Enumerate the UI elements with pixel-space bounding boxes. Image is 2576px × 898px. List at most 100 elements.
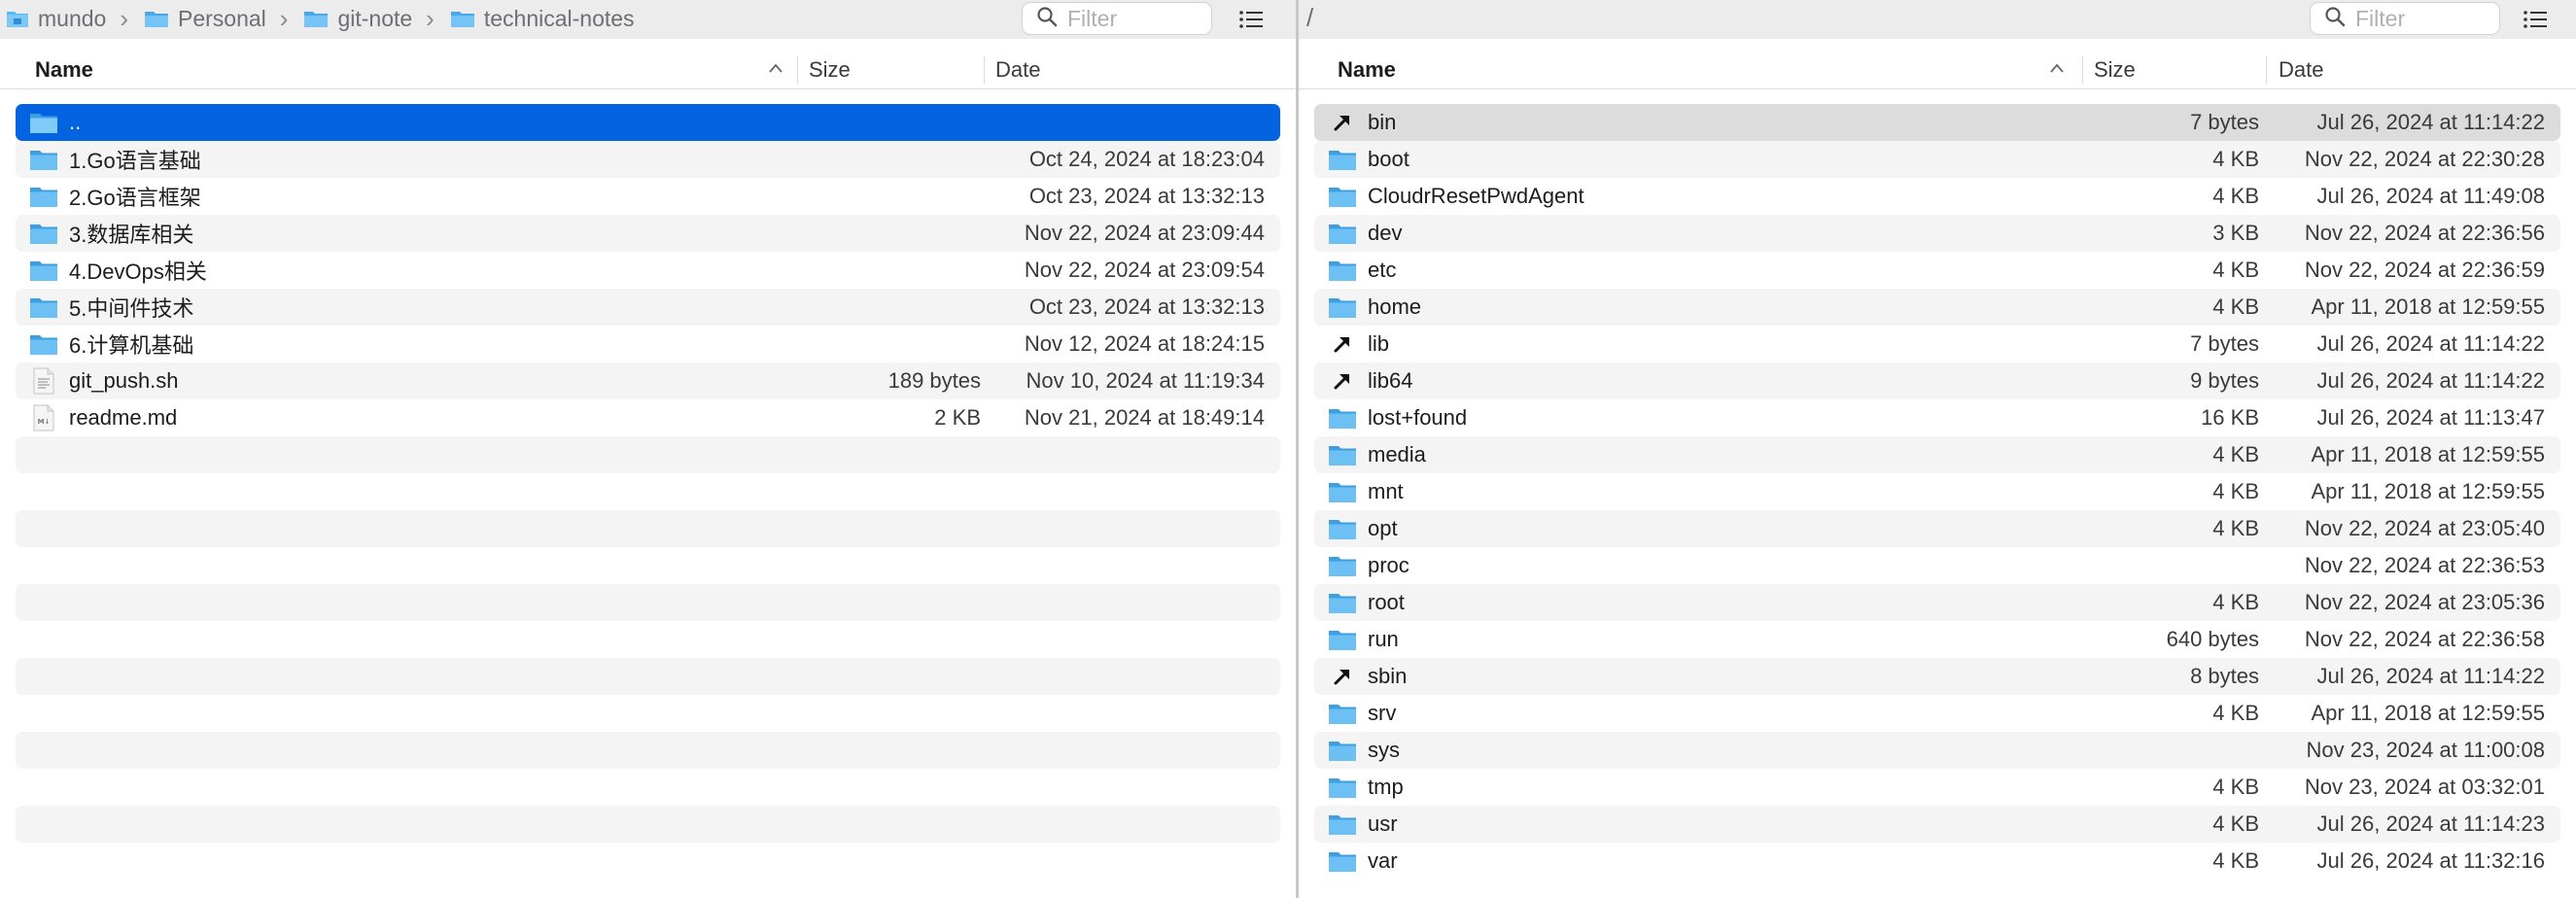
column-header-name[interactable]: Name — [35, 51, 93, 89]
file-name: root — [1368, 590, 1405, 614]
filter-field[interactable] — [1022, 2, 1212, 35]
file-row[interactable]: run 640 bytes Nov 22, 2024 at 22:36:58 — [1314, 621, 2560, 658]
file-row[interactable]: srv 4 KB Apr 11, 2018 at 12:59:55 — [1314, 695, 2560, 732]
folder-icon — [1328, 404, 1357, 432]
breadcrumb-label: Personal — [178, 5, 266, 31]
file-name: .. — [69, 110, 82, 134]
file-row[interactable]: mnt 4 KB Apr 11, 2018 at 12:59:55 — [1314, 473, 2560, 510]
column-header-name[interactable]: Name — [1338, 51, 1396, 89]
empty-row — [16, 510, 1280, 547]
sort-ascending-icon[interactable] — [2049, 61, 2065, 80]
breadcrumb-item-git-note[interactable]: git-note — [303, 6, 412, 32]
file-row[interactable]: 1.Go语言基础 Oct 24, 2024 at 18:23:04 — [16, 141, 1280, 178]
breadcrumb-item-personal[interactable]: Personal — [144, 6, 266, 32]
list-view-icon[interactable] — [2520, 4, 2551, 35]
file-row[interactable]: usr 4 KB Jul 26, 2024 at 11:14:23 — [1314, 806, 2560, 843]
column-header-size[interactable]: Size — [2094, 51, 2136, 89]
file-date: Nov 22, 2024 at 23:09:54 — [1024, 258, 1265, 282]
file-row[interactable]: lib 7 bytes Jul 26, 2024 at 11:14:22 — [1314, 326, 2560, 363]
file-row[interactable]: CloudrResetPwdAgent 4 KB Jul 26, 2024 at 1… — [1314, 178, 2560, 215]
file-name: 1.Go语言基础 — [69, 149, 201, 173]
alias-arrow-icon — [1328, 330, 1357, 358]
file-row[interactable]: var 4 KB Jul 26, 2024 at 11:32:16 — [1314, 843, 2560, 880]
filter-field[interactable] — [2310, 2, 2500, 35]
file-date: Jul 26, 2024 at 11:14:22 — [2316, 664, 2545, 688]
filter-input[interactable] — [1067, 5, 1203, 32]
search-icon — [1036, 6, 1058, 32]
folder-icon — [29, 220, 58, 247]
file-name: sbin — [1368, 664, 1408, 688]
file-date: Nov 22, 2024 at 22:36:59 — [2304, 258, 2545, 282]
file-row[interactable]: opt 4 KB Nov 22, 2024 at 23:05:40 — [1314, 510, 2560, 547]
folder-icon — [1328, 737, 1357, 764]
breadcrumb-label: technical-notes — [483, 5, 635, 31]
file-row[interactable]: home 4 KB Apr 11, 2018 at 12:59:55 — [1314, 289, 2560, 326]
breadcrumb-label: git-note — [337, 5, 413, 31]
column-divider[interactable] — [2266, 56, 2267, 84]
file-name: 2.Go语言框架 — [69, 186, 201, 210]
filter-input[interactable] — [2355, 5, 2491, 32]
file-row[interactable]: root 4 KB Nov 22, 2024 at 23:05:36 — [1314, 584, 2560, 621]
file-row[interactable]: 3.数据库相关 Nov 22, 2024 at 23:09:44 — [16, 215, 1280, 252]
column-header-date[interactable]: Date — [2279, 51, 2323, 89]
sort-ascending-icon[interactable] — [768, 61, 783, 80]
alias-arrow-icon — [1328, 367, 1357, 395]
file-row[interactable]: etc 4 KB Nov 22, 2024 at 22:36:59 — [1314, 252, 2560, 289]
breadcrumb-item-home[interactable]: mundo — [6, 6, 106, 32]
file-row[interactable]: M↓ readme.md 2 KB Nov 21, 2024 at 18:49:14 — [16, 399, 1280, 436]
chevron-right-icon: › — [426, 3, 435, 33]
file-row[interactable]: 5.中间件技术 Oct 23, 2024 at 13:32:13 — [16, 289, 1280, 326]
folder-icon — [144, 9, 169, 28]
file-row[interactable]: lib64 9 bytes Jul 26, 2024 at 11:14:22 — [1314, 363, 2560, 399]
column-divider[interactable] — [797, 56, 798, 84]
file-size: 4 KB — [2212, 775, 2259, 799]
file-row[interactable]: 2.Go语言框架 Oct 23, 2024 at 13:32:13 — [16, 178, 1280, 215]
file-row[interactable]: .. — [16, 104, 1280, 141]
file-row[interactable]: lost+found 16 KB Jul 26, 2024 at 11:13:47 — [1314, 399, 2560, 436]
file-date: Nov 23, 2024 at 11:00:08 — [2306, 738, 2545, 762]
right-pane: / Name Size Date bin 7 bytes Jul 26, 2024 … — [1299, 0, 2576, 898]
file-row[interactable]: 4.DevOps相关 Nov 22, 2024 at 23:09:54 — [16, 252, 1280, 289]
alias-arrow-icon — [1328, 109, 1357, 136]
column-divider[interactable] — [2082, 56, 2083, 84]
file-size: 4 KB — [2212, 590, 2259, 614]
file-row[interactable]: tmp 4 KB Nov 23, 2024 at 03:32:01 — [1314, 769, 2560, 806]
file-row[interactable]: sys Nov 23, 2024 at 11:00:08 — [1314, 732, 2560, 769]
file-row[interactable]: git_push.sh 189 bytes Nov 10, 2024 at 11:1… — [16, 363, 1280, 399]
file-row[interactable]: boot 4 KB Nov 22, 2024 at 22:30:28 — [1314, 141, 2560, 178]
file-name: dev — [1368, 221, 1403, 245]
file-name: lost+found — [1368, 405, 1468, 430]
file-size: 189 bytes — [888, 368, 981, 393]
file-date: Oct 23, 2024 at 13:32:13 — [1028, 184, 1265, 208]
folder-icon — [303, 9, 329, 28]
folder-icon — [1328, 589, 1357, 616]
file-date: Nov 23, 2024 at 03:32:01 — [2304, 775, 2545, 799]
column-header-size[interactable]: Size — [809, 51, 851, 89]
file-row[interactable]: 6.计算机基础 Nov 12, 2024 at 18:24:15 — [16, 326, 1280, 363]
file-name: var — [1368, 848, 1398, 873]
file-size: 4 KB — [2212, 184, 2259, 208]
file-date: Nov 22, 2024 at 22:36:56 — [2304, 221, 2545, 245]
file-size: 4 KB — [2212, 812, 2259, 836]
file-row[interactable]: proc Nov 22, 2024 at 22:36:53 — [1314, 547, 2560, 584]
folder-icon — [29, 257, 58, 284]
home-folder-icon — [6, 9, 29, 28]
empty-row — [16, 473, 1280, 510]
breadcrumb-item-technical-notes[interactable]: technical-notes — [450, 6, 635, 32]
folder-icon — [450, 9, 475, 28]
file-row[interactable]: media 4 KB Apr 11, 2018 at 12:59:55 — [1314, 436, 2560, 473]
list-view-icon[interactable] — [1236, 4, 1267, 35]
file-row[interactable]: sbin 8 bytes Jul 26, 2024 at 11:14:22 — [1314, 658, 2560, 695]
empty-row — [16, 584, 1280, 621]
chevron-right-icon: › — [279, 3, 289, 33]
file-name: usr — [1368, 812, 1398, 836]
column-divider[interactable] — [984, 56, 985, 84]
folder-icon — [1328, 774, 1357, 801]
chevron-right-icon: › — [120, 3, 128, 33]
file-row[interactable]: bin 7 bytes Jul 26, 2024 at 11:14:22 — [1314, 104, 2560, 141]
current-path[interactable]: / — [1306, 3, 1313, 33]
column-header-date[interactable]: Date — [995, 51, 1040, 89]
file-list: bin 7 bytes Jul 26, 2024 at 11:14:22 boot 4 … — [1314, 104, 2560, 880]
file-row[interactable]: dev 3 KB Nov 22, 2024 at 22:36:56 — [1314, 215, 2560, 252]
left-pane: mundo › Personal › git-note › technical-… — [0, 0, 1296, 898]
